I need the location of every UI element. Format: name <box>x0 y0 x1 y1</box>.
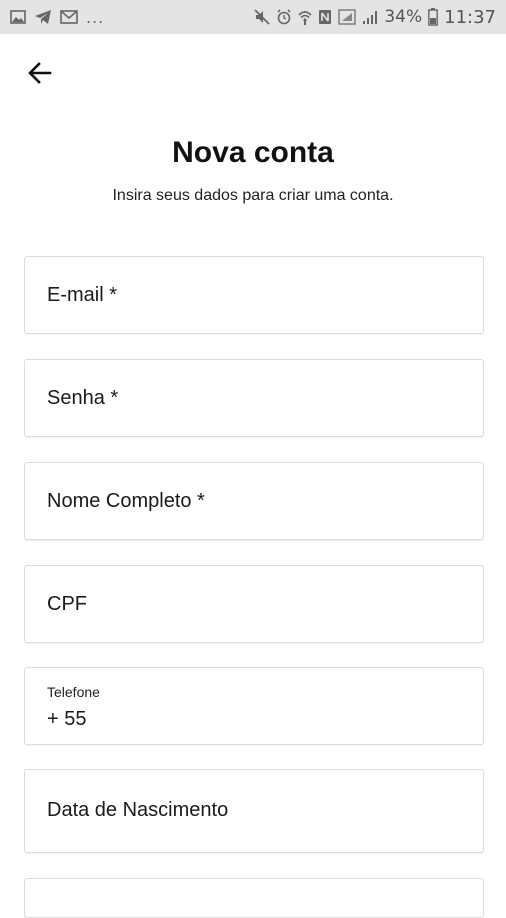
cpf-field[interactable]: CPF <box>24 565 484 643</box>
battery-percentage: 34% <box>384 7 423 27</box>
password-placeholder: Senha * <box>47 387 119 409</box>
alarm-icon <box>276 9 292 25</box>
status-bar-notifications: ... <box>10 0 104 34</box>
phone-field[interactable]: Telefone + 55 <box>24 667 484 745</box>
status-bar: ... 34% 11:37 <box>0 0 506 34</box>
full-name-field[interactable]: Nome Completo * <box>24 462 484 540</box>
birth-date-placeholder: Data de Nascimento <box>47 799 229 821</box>
next-field-partial[interactable] <box>24 878 484 918</box>
phone-label: Telefone <box>47 684 100 700</box>
gmail-icon <box>60 10 78 24</box>
page-title: Nova conta <box>172 136 334 169</box>
signal-icon <box>338 9 357 25</box>
arrow-left-icon <box>26 59 54 92</box>
nfc-icon <box>318 9 332 25</box>
more-notifications-text: ... <box>86 7 105 27</box>
birth-date-field[interactable]: Data de Nascimento <box>24 769 484 853</box>
email-placeholder: E-mail * <box>47 284 118 306</box>
mute-icon <box>254 9 270 25</box>
back-button[interactable] <box>22 57 58 93</box>
cpf-placeholder: CPF <box>47 593 87 615</box>
email-field[interactable]: E-mail * <box>24 256 484 334</box>
telegram-icon <box>34 9 52 25</box>
phone-value: + 55 <box>47 708 87 730</box>
image-icon <box>10 10 26 24</box>
wifi-icon <box>298 9 312 25</box>
signal-bars-icon <box>362 9 378 25</box>
clock-time: 11:37 <box>444 6 496 28</box>
status-bar-system: 34% 11:37 <box>254 0 496 34</box>
password-field[interactable]: Senha * <box>24 359 484 437</box>
battery-icon <box>428 8 439 26</box>
full-name-placeholder: Nome Completo * <box>47 490 205 512</box>
page-subtitle: Insira seus dados para criar uma conta. <box>112 187 394 204</box>
